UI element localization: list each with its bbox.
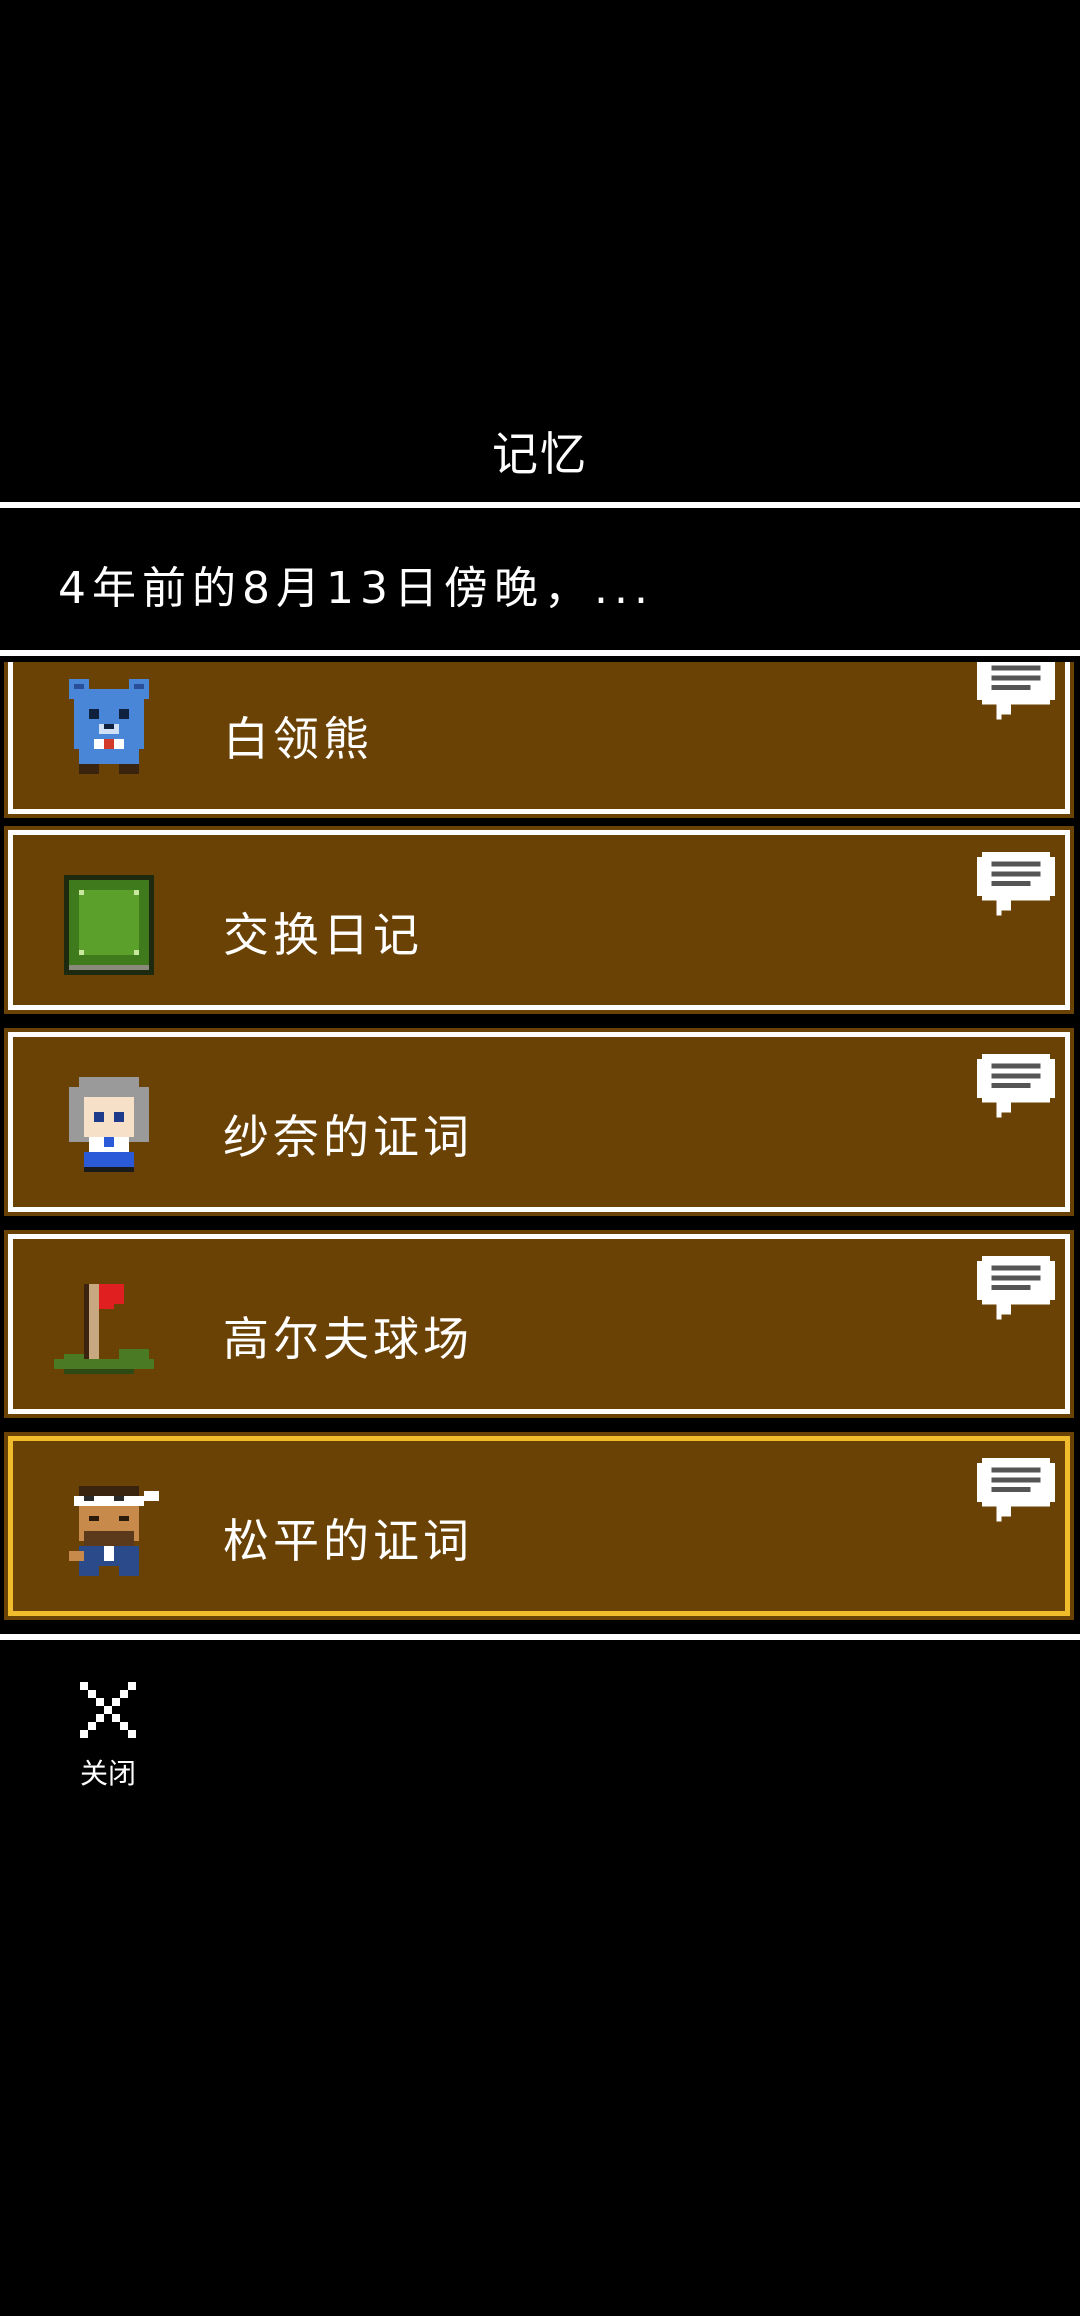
girl-portrait-icon <box>69 1077 149 1172</box>
green-diary-icon <box>64 875 154 975</box>
page-title: 记忆 <box>492 427 588 481</box>
close-x-icon <box>80 1682 136 1738</box>
speech-bubble-icon[interactable] <box>977 662 1055 725</box>
close-button[interactable]: 关闭 <box>62 1672 154 1792</box>
divider-list-bottom <box>0 1634 1080 1640</box>
memory-item-white-collar-bear[interactable]: 白领熊 <box>4 662 1074 818</box>
memory-item-golf-course[interactable]: 高尔夫球场 <box>4 1230 1074 1418</box>
speech-bubble-icon[interactable] <box>977 1255 1055 1325</box>
speech-bubble-icon[interactable] <box>977 1457 1055 1527</box>
speech-bubble-icon[interactable] <box>977 851 1055 921</box>
memory-item-label: 纱奈的证词 <box>223 1110 473 1164</box>
divider-list-top <box>0 650 1080 656</box>
speech-bubble-icon[interactable] <box>977 1053 1055 1123</box>
close-label: 关闭 <box>79 1757 136 1790</box>
memory-item-label: 白领熊 <box>223 712 373 766</box>
memory-item-exchange-diary[interactable]: 交换日记 <box>4 826 1074 1014</box>
memory-item-label: 高尔夫球场 <box>223 1312 473 1366</box>
memory-item-matsudaira-testimony[interactable]: 松平的证词 <box>4 1432 1074 1620</box>
memory-item-label: 交换日记 <box>223 908 423 962</box>
divider-top <box>0 502 1080 508</box>
blue-bear-icon <box>69 679 149 774</box>
golf-flag-icon <box>54 1284 154 1374</box>
man-portrait-icon <box>69 1486 159 1576</box>
memory-list[interactable]: 白领熊 交换日记 纱奈的证词 高尔夫球场 松平的证词 <box>0 662 1080 1632</box>
memory-item-sana-testimony[interactable]: 纱奈的证词 <box>4 1028 1074 1216</box>
memory-subtitle: 4年前的8月13日傍晚，... <box>58 563 654 614</box>
memory-item-label: 松平的证词 <box>223 1514 473 1568</box>
